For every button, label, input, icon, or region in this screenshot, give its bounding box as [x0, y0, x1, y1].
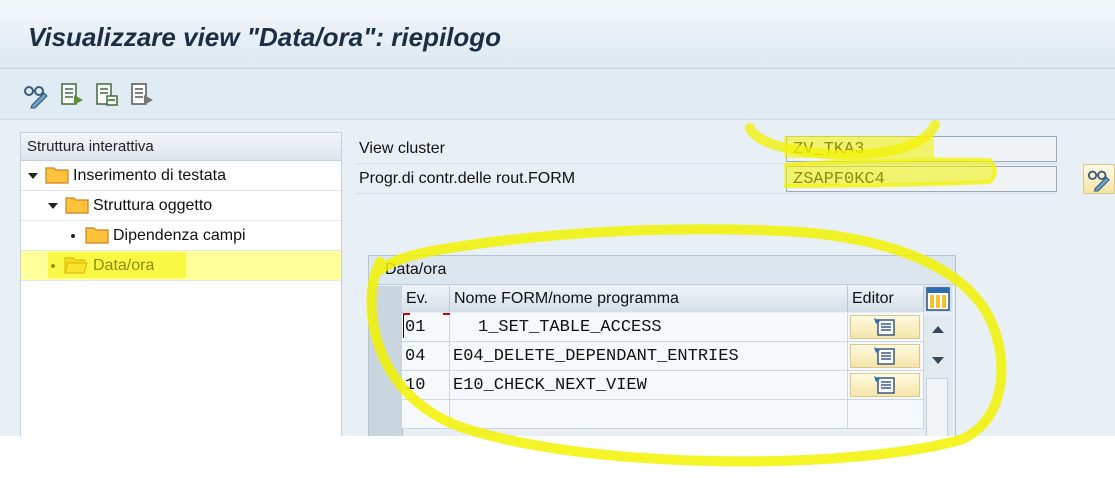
tree-item-dipendenza-campi[interactable]: Dipendenza campi [21, 221, 341, 251]
event-cell[interactable]: 10 [402, 371, 450, 400]
import-document-icon [96, 83, 118, 106]
editor-icon [874, 347, 895, 365]
title-bar: Visualizzare view "Data/ora": riepilogo [0, 0, 1115, 69]
editor-button[interactable] [850, 315, 920, 339]
table-settings-icon [926, 287, 950, 311]
view-cluster-label: View cluster [359, 140, 445, 157]
table-settings-button[interactable] [924, 286, 952, 312]
tree-item-label: Struttura oggetto [93, 197, 213, 214]
divider [356, 193, 1057, 194]
editor-cell [848, 313, 924, 342]
tree-item-label: Dipendenza campi [113, 227, 246, 244]
display-change-button[interactable] [22, 81, 50, 109]
focus-marker [403, 313, 410, 315]
column-header-form[interactable]: Nome FORM/nome programma [450, 286, 848, 312]
editor-cell [848, 400, 924, 429]
form-name-cell[interactable]: E04_DELETE_DEPENDANT_ENTRIES [450, 342, 848, 371]
tree-header: Struttura interattiva [21, 133, 341, 161]
tree-item-inserimento-di-testata[interactable]: Inserimento di testata [21, 161, 341, 191]
editor-cell [848, 342, 924, 371]
glasses-pencil-icon [1087, 170, 1110, 192]
table-row[interactable]: 01 1_SET_TABLE_ACCESS [402, 313, 924, 342]
program-label: Progr.di contr.delle rout.FORM [359, 170, 576, 187]
form-name-cell[interactable]: E10_CHECK_NEXT_VIEW [450, 371, 848, 400]
focus-marker [443, 313, 450, 315]
sap-window: Visualizzare view "Data/ora": riepilogo [0, 0, 1115, 436]
table-caption: Data/ora [369, 256, 955, 285]
bullet-icon [71, 234, 75, 238]
text-cursor [403, 314, 404, 338]
scroll-up-icon[interactable] [932, 326, 944, 333]
import-button[interactable] [93, 81, 121, 109]
expand-triangle-icon[interactable] [28, 173, 38, 179]
events-table: Data/ora Ev. Nome FORM/nome programma Ed… [368, 255, 956, 436]
tree-item-label: Inserimento di testata [73, 167, 226, 184]
event-cell[interactable]: 04 [402, 342, 450, 371]
folder-icon [65, 197, 89, 214]
divider [356, 163, 1057, 164]
editor-cell [848, 371, 924, 400]
editor-button[interactable] [850, 373, 920, 397]
table-row-empty[interactable] [402, 400, 924, 429]
editor-icon [874, 376, 895, 394]
folder-icon [45, 167, 69, 184]
tree-item-struttura-oggetto[interactable]: Struttura oggetto [21, 191, 341, 221]
export-document-icon [61, 83, 83, 105]
row-selector-column[interactable] [369, 286, 403, 436]
page-title: Visualizzare view "Data/ora": riepilogo [28, 22, 502, 52]
column-header-editor[interactable]: Editor [848, 286, 924, 312]
scroll-thumb[interactable] [926, 378, 948, 436]
folder-icon [85, 227, 109, 244]
application-toolbar [0, 69, 1115, 120]
glasses-pencil-icon [24, 86, 48, 109]
expand-triangle-icon[interactable] [48, 203, 58, 209]
program-field[interactable]: ZSAPF0KC4 [786, 166, 1057, 192]
vertical-scrollbar[interactable] [924, 316, 952, 436]
dialog-structure-pane: Struttura interattiva Inserimento di tes… [20, 132, 342, 436]
export-button[interactable] [58, 81, 86, 109]
scroll-down-icon[interactable] [932, 357, 944, 364]
table-row[interactable]: 04 E04_DELETE_DEPENDANT_ENTRIES [402, 342, 924, 371]
form-name-cell[interactable] [450, 400, 848, 429]
tree-item-label: Data/ora [93, 257, 155, 274]
display-program-button[interactable] [1083, 164, 1115, 194]
event-cell[interactable] [402, 400, 450, 429]
view-cluster-field[interactable]: ZV_TKA3 [786, 136, 1057, 162]
editor-icon [874, 318, 895, 336]
form-name-cell[interactable]: 1_SET_TABLE_ACCESS [450, 313, 848, 342]
column-header-event[interactable]: Ev. [402, 286, 450, 312]
open-folder-icon [64, 257, 88, 274]
document-button[interactable] [128, 81, 156, 109]
document-arrow-icon [131, 83, 153, 105]
event-cell[interactable]: 01 [402, 313, 450, 342]
editor-button[interactable] [850, 344, 920, 368]
tree-item-data-ora[interactable]: Data/ora [21, 251, 341, 281]
bullet-icon [51, 264, 55, 268]
table-row[interactable]: 10 E10_CHECK_NEXT_VIEW [402, 371, 924, 400]
